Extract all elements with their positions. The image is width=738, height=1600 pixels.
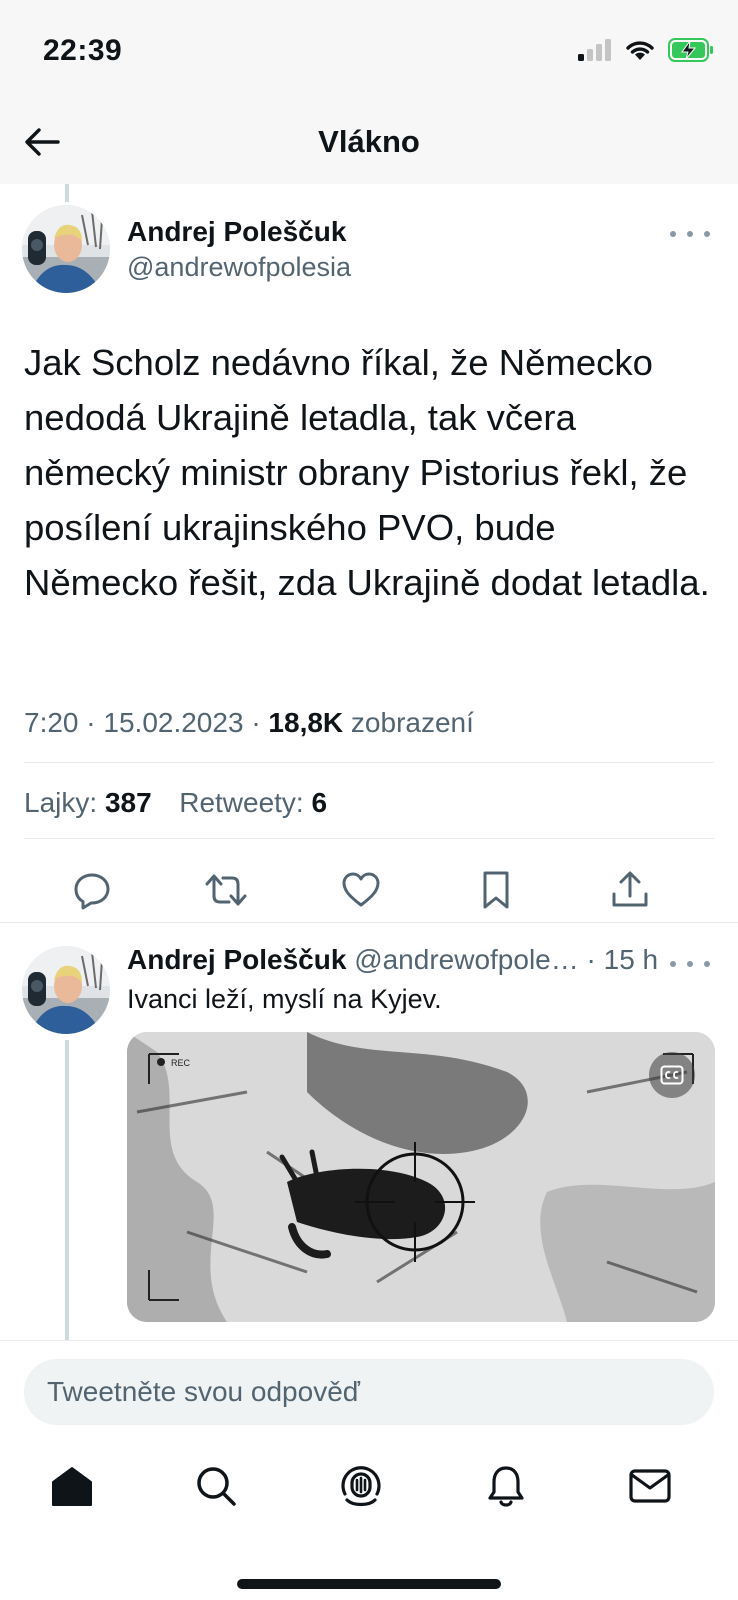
separator: · — [586, 944, 596, 975]
author-handle[interactable]: @andrewofpolesia — [127, 252, 351, 283]
separator: · — [86, 707, 104, 738]
page-title: Vlákno — [318, 124, 420, 159]
reply-text: Ivanci leží, myslí na Kyjev. — [127, 984, 442, 1014]
author-name[interactable]: Andrej Poleščuk — [127, 216, 346, 248]
heart-icon — [342, 872, 380, 907]
more-horizontal-icon — [670, 961, 676, 967]
rec-overlay-label: REC — [171, 1058, 191, 1068]
bookmark-icon — [483, 871, 509, 909]
more-dot — [687, 231, 693, 237]
reply-header: Andrej Poleščuk @andrewofpole… · 15 h — [127, 944, 687, 976]
tab-search[interactable] — [186, 1456, 246, 1516]
more-dot — [704, 961, 710, 967]
drone-video-thumbnail: REC — [127, 1032, 715, 1322]
home-icon — [52, 1467, 92, 1506]
views-label: zobrazení — [350, 707, 474, 738]
likes-count: 387 — [104, 787, 152, 818]
divider — [24, 762, 714, 763]
author-name[interactable]: Andrej Poleščuk — [127, 944, 346, 975]
tab-spaces[interactable] — [331, 1456, 391, 1516]
more-options-button[interactable] — [670, 224, 710, 244]
like-button[interactable] — [339, 868, 383, 912]
tab-home[interactable] — [42, 1456, 102, 1516]
wifi-icon — [626, 41, 654, 60]
avatar[interactable] — [22, 205, 110, 293]
reply-tweet[interactable]: Andrej Poleščuk @andrewofpole… · 15 h Iv… — [0, 940, 738, 1340]
reply-button[interactable] — [70, 868, 114, 912]
share-icon — [612, 871, 648, 907]
home-indicator[interactable] — [237, 1579, 501, 1589]
tweet-date[interactable]: 15.02.2023 — [103, 707, 243, 738]
spaces-icon — [341, 1466, 381, 1507]
retweet-icon — [205, 874, 247, 906]
likes-label: Lajky: — [24, 787, 98, 818]
retweets-count: 6 — [311, 787, 328, 818]
bell-icon — [488, 1466, 524, 1507]
avatar-photo — [22, 205, 110, 293]
battery-charging-icon — [668, 38, 713, 62]
signal-icon — [578, 39, 611, 61]
reply-icon — [74, 873, 110, 910]
search-icon — [197, 1467, 236, 1506]
tweet-meta: 7:20 · 15.02.2023 · 18,8K zobrazení — [24, 707, 474, 739]
mail-icon — [629, 1469, 671, 1503]
divider — [24, 838, 714, 839]
tweet-age: 15 h — [603, 944, 659, 975]
retweet-button[interactable] — [204, 868, 248, 912]
captions-icon — [660, 1065, 684, 1085]
video-media[interactable]: REC — [127, 1032, 715, 1322]
more-options-button[interactable] — [670, 954, 710, 974]
status-time: 22:39 — [43, 34, 123, 67]
likes-stat[interactable]: Lajky: 387 — [24, 787, 152, 818]
bottom-panel: Tweetněte svou odpověď — [0, 1340, 738, 1600]
separator: · — [251, 707, 269, 738]
tab-notifications[interactable] — [476, 1456, 536, 1516]
more-dot — [704, 231, 710, 237]
bookmark-button[interactable] — [474, 868, 518, 912]
more-dot — [687, 961, 693, 967]
author-handle[interactable]: @andrewofpole… — [354, 944, 579, 975]
thread-connector — [65, 1040, 69, 1340]
retweets-stat[interactable]: Retweety: 6 — [179, 787, 327, 818]
avatar[interactable] — [22, 946, 110, 1034]
tab-bar — [0, 1456, 738, 1536]
thread-connector — [65, 184, 69, 202]
share-button[interactable] — [608, 868, 652, 912]
more-horizontal-icon — [670, 231, 676, 237]
avatar-photo — [22, 946, 110, 1034]
tab-messages[interactable] — [620, 1456, 680, 1516]
retweets-label: Retweety: — [179, 787, 304, 818]
tweet-time[interactable]: 7:20 — [24, 707, 79, 738]
nav-bar: Vlákno — [0, 100, 738, 184]
reply-input[interactable]: Tweetněte svou odpověď — [24, 1359, 714, 1425]
status-bar: 22:39 — [0, 0, 738, 100]
tweet-stats: Lajky: 387 Retweety: 6 — [24, 787, 327, 819]
section-divider — [0, 922, 738, 923]
tweet-actions — [0, 850, 738, 930]
views-count: 18,8K — [268, 707, 344, 738]
tweet-text: Jak Scholz nedávno říkal, že Německo ned… — [24, 342, 710, 603]
captions-button[interactable] — [649, 1052, 695, 1098]
status-icons — [578, 38, 714, 62]
